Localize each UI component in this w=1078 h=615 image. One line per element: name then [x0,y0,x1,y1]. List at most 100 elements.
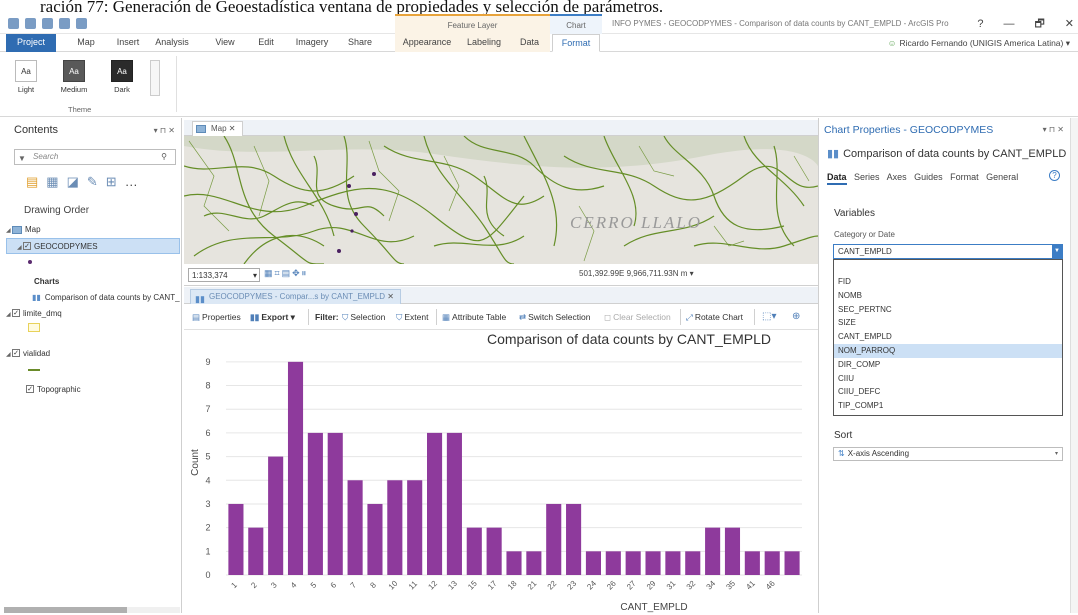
open-project-icon[interactable] [25,18,36,29]
rotate-chart-button[interactable]: ⤢ Rotate Chart [686,310,743,324]
sort-dropdown[interactable]: ⇅ X-axis Ascending ▾ [833,447,1063,461]
clear-selection-button[interactable]: ◻ Clear Selection [604,310,671,324]
bar[interactable] [407,480,423,575]
contents-pane-controls[interactable]: ▾ ⊓ ✕ [154,126,175,135]
bar[interactable] [367,503,383,575]
tab-guides[interactable]: Guides [914,172,943,182]
bar[interactable] [665,551,681,575]
bar[interactable] [268,456,284,575]
category-dropdown[interactable]: CANT_EMPLD ▼ [833,244,1063,259]
bar[interactable] [605,551,621,575]
search-icon[interactable]: ⚲ [161,150,167,164]
tab-labeling[interactable]: Labeling [459,34,509,52]
visibility-checkbox[interactable]: ✓ [23,241,31,250]
tab-share[interactable]: Share [342,34,378,52]
restore-button[interactable]: 🗗 [1034,14,1044,34]
visibility-checkbox[interactable]: ✓ [26,384,34,393]
tab-insert[interactable]: Insert [110,34,146,52]
tab-data[interactable]: Data [509,34,550,52]
bar[interactable] [486,527,502,575]
bar[interactable] [645,551,661,575]
tree-item-chart[interactable]: ▮▮Comparison of data counts by CANT_EMPL… [6,290,180,306]
minimize-button[interactable]: — [1003,14,1014,34]
scale-selector[interactable]: 1:133,374 ▾ [188,268,260,282]
list-by-selection-icon[interactable]: ◪ [67,174,79,190]
bar[interactable] [784,551,800,575]
bar[interactable] [705,527,721,575]
pan-icon[interactable]: ✥ [292,268,302,278]
bar[interactable] [585,551,601,575]
option-fid[interactable]: FID [834,275,1062,289]
tab-project[interactable]: Project [6,34,56,52]
tab-imagery[interactable]: Imagery [290,34,334,52]
map-canvas[interactable]: CERRO LLALO [184,136,818,264]
option-dir-comp[interactable]: DIR_COMP [834,358,1062,372]
bar[interactable] [744,551,760,575]
tab-general[interactable]: General [986,172,1018,182]
properties-button[interactable]: ▤ Properties [192,310,241,324]
bar[interactable] [287,361,304,575]
tab-axes[interactable]: Axes [887,172,907,182]
attribute-table-button[interactable]: ▦ Attribute Table [442,310,506,324]
contents-horizontal-scrollbar[interactable] [4,607,180,613]
new-project-icon[interactable] [8,18,19,29]
bar[interactable] [387,480,403,575]
visibility-checkbox[interactable]: ✓ [12,348,20,357]
zoom-in-icon[interactable]: ⊕ [792,310,800,324]
tab-data[interactable]: Data [827,172,847,185]
visibility-checkbox[interactable]: ✓ [12,308,20,317]
map-view[interactable]: CERRO LLALO [184,136,818,264]
bar[interactable] [347,480,363,575]
bar[interactable] [764,551,780,575]
save-project-icon[interactable] [42,18,53,29]
close-tab-icon[interactable]: ✕ [387,292,394,301]
bar[interactable] [248,527,264,575]
bar[interactable] [724,527,741,575]
bar[interactable] [625,551,641,575]
option-cant-empld[interactable]: CANT_EMPLD [834,330,1062,344]
theme-light-button[interactable]: Aa Light [8,60,44,94]
bar[interactable] [685,551,701,575]
bar[interactable] [566,503,582,575]
fixed-zoom-icon[interactable]: ▦ [264,268,275,278]
more-options-icon[interactable]: … [125,174,138,190]
properties-pane-controls[interactable]: ▾ ⊓ ✕ [1043,125,1064,134]
list-by-editing-icon[interactable]: ✎ [87,174,98,190]
option-ciiu-defc[interactable]: CIIU_DEFC [834,385,1062,399]
tab-format[interactable]: Format [552,34,600,52]
contents-search-input[interactable]: ▼ Search ⚲ [14,149,176,165]
map-view-tab[interactable]: Map ✕ [192,121,243,136]
tab-series[interactable]: Series [854,172,880,182]
tab-edit[interactable]: Edit [252,34,280,52]
help-icon[interactable]: ? [1049,170,1060,181]
tree-item-limite-dmq[interactable]: ◢ ✓ limite_dmq [6,306,180,322]
export-button[interactable]: ▮▮ Export ▾ [250,310,295,324]
tab-map[interactable]: Map [70,34,102,52]
redo-icon[interactable] [76,18,87,29]
help-button[interactable]: ? [977,14,983,34]
bar[interactable] [506,551,522,575]
user-account[interactable]: ☺ Ricardo Fernando (UNIGIS America Latina… [888,34,1070,52]
theme-dark-button[interactable]: Aa Dark [104,60,140,94]
option-size[interactable]: SIZE [834,316,1062,330]
tree-item-topographic[interactable]: ✓ Topographic [6,382,180,398]
filter-selection-button[interactable]: ⛉ Selection [342,310,385,324]
chart-view-tab[interactable]: ▮▮ GEOCODPYMES - Compar...s by CANT_EMPLD… [190,289,401,304]
bar[interactable] [546,503,562,575]
gallery-scroll[interactable] [150,60,160,96]
bar[interactable] [307,432,323,575]
tree-item-map[interactable]: ◢ Map [6,222,180,238]
tab-appearance[interactable]: Appearance [395,34,459,52]
theme-medium-button[interactable]: Aa Medium [56,60,92,94]
grid-icon[interactable]: ▤ [282,268,293,278]
select-tool-icon[interactable]: ⬚▾ [762,310,776,324]
close-tab-icon[interactable]: ✕ [229,124,236,133]
bar[interactable] [327,432,343,575]
option-tip-comp1[interactable]: TIP_COMP1 [834,399,1062,413]
pause-drawing-icon[interactable]: ⏸ [302,268,309,278]
filter-extent-button[interactable]: ⛉ Extent [396,310,429,324]
bar[interactable] [446,432,462,575]
option-sec-pertnc[interactable]: SEC_PERTNC [834,303,1062,317]
snapping-icon[interactable]: ⌗ [275,268,282,278]
list-by-data-source-icon[interactable]: ▦ [46,174,58,190]
